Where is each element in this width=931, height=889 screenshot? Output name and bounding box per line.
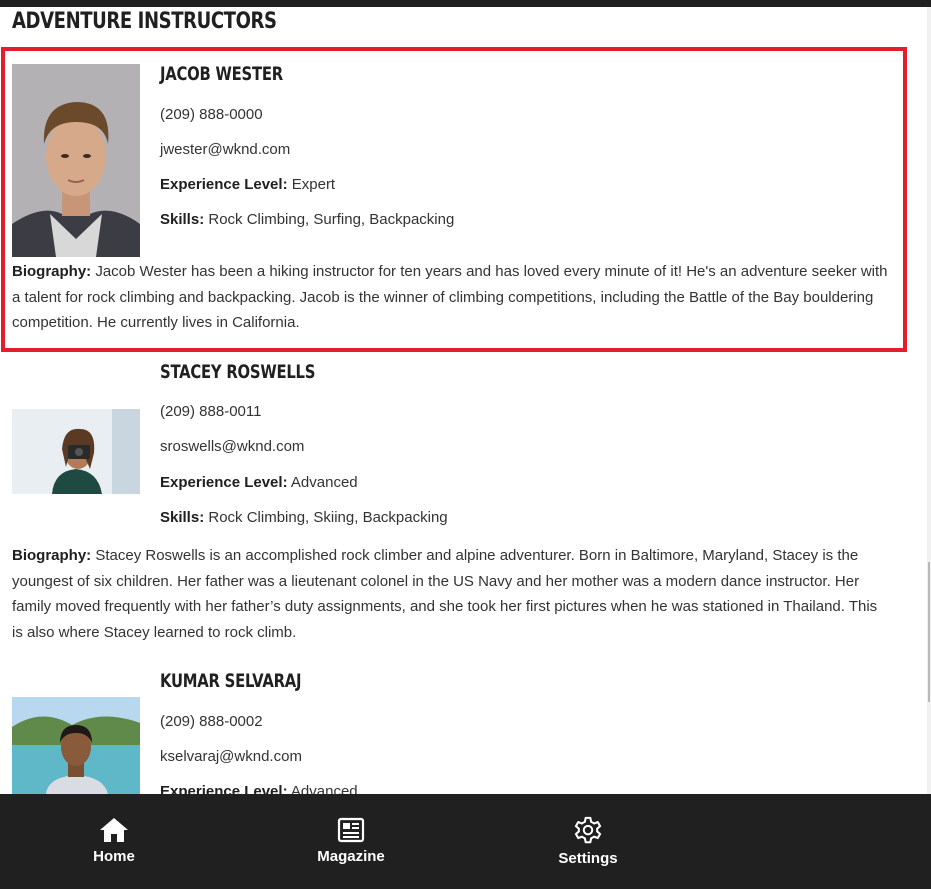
- instructor-skills: Skills: Rock Climbing, Skiing, Backpacki…: [160, 508, 448, 528]
- instructor-photo: [12, 409, 140, 494]
- biography-text: Jacob Wester has been a hiking instructo…: [12, 263, 888, 331]
- instructor-email: kselvaraj@wknd.com: [160, 748, 302, 765]
- instructor-phone: (209) 888-0002: [160, 713, 263, 730]
- instructor-biography: Biography: Jacob Wester has been a hikin…: [12, 259, 892, 336]
- biography-text: Stacey Roswells is an accomplished rock …: [12, 547, 878, 641]
- instructor-experience: Experience Level: Advanced: [160, 473, 358, 493]
- newspaper-icon: [337, 817, 365, 843]
- gear-icon: [574, 816, 602, 844]
- instructor-photo: [12, 64, 140, 257]
- instructor-phone: (209) 888-0000: [160, 106, 263, 123]
- experience-value: Expert: [291, 176, 336, 193]
- instructor-photo: [12, 697, 140, 794]
- page-title: ADVENTURE INSTRUCTORS: [12, 9, 277, 34]
- skills-label: Skills:: [160, 211, 205, 228]
- skills-value: Rock Climbing, Surfing, Backpacking: [208, 211, 455, 228]
- instructor-skills: Skills: Rock Climbing, Surfing, Backpack…: [160, 210, 454, 230]
- biography-label: Biography:: [12, 547, 92, 564]
- biography-label: Biography:: [12, 263, 92, 280]
- nav-home-label: Home: [93, 848, 135, 865]
- home-icon: [100, 818, 128, 842]
- scrollbar-thumb[interactable]: [928, 562, 930, 702]
- top-bar: [0, 0, 931, 7]
- experience-value: Advanced: [290, 474, 358, 491]
- instructor-phone: (209) 888-0011: [160, 403, 262, 420]
- skills-value: Rock Climbing, Skiing, Backpacking: [208, 509, 448, 526]
- instructor-email: jwester@wknd.com: [160, 141, 291, 158]
- nav-magazine-label: Magazine: [317, 848, 385, 865]
- experience-label: Experience Level:: [160, 474, 288, 491]
- skills-label: Skills:: [160, 509, 205, 526]
- nav-home[interactable]: Home: [54, 816, 174, 865]
- instructor-name: KUMAR SELVARAJ: [160, 670, 302, 692]
- nav-magazine[interactable]: Magazine: [291, 816, 411, 865]
- experience-label: Experience Level:: [160, 176, 288, 193]
- instructor-biography: Biography: Stacey Roswells is an accompl…: [12, 543, 892, 645]
- instructor-experience: Experience Level: Expert: [160, 175, 335, 195]
- instructor-name: STACEY ROSWELLS: [160, 361, 316, 383]
- instructor-name: JACOB WESTER: [160, 63, 283, 85]
- instructor-email: sroswells@wknd.com: [160, 438, 305, 455]
- nav-settings-label: Settings: [558, 850, 618, 867]
- bottom-navigation: Home Magazine Settings: [0, 794, 931, 889]
- nav-settings[interactable]: Settings: [528, 816, 648, 867]
